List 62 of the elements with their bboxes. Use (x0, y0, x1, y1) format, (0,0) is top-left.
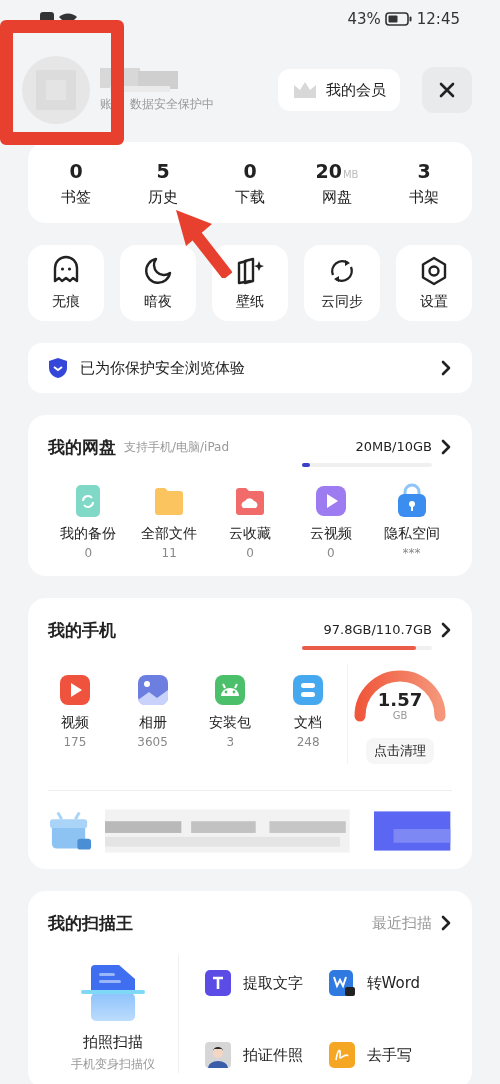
shield-icon (48, 357, 68, 379)
crown-icon (292, 80, 318, 100)
free-space-value: 1.57 (377, 690, 423, 710)
tool-button[interactable]: 云同步 (304, 245, 380, 321)
tool-button[interactable]: 无痕 (28, 245, 104, 321)
scan-tool[interactable]: 去手写 (328, 1037, 452, 1073)
scan-tool[interactable]: 转Word (328, 965, 452, 1001)
tool-button[interactable]: 暗夜 (120, 245, 196, 321)
netdisk-item[interactable]: 云视频 0 (290, 483, 372, 560)
chevron-icon (440, 360, 452, 376)
section-title: 我的手机 (48, 619, 116, 642)
account-status-text: 数据安全保护中 (130, 95, 214, 113)
chevron-icon (440, 439, 452, 455)
scan-tool[interactable]: 提取文字 (205, 965, 329, 1001)
close-button[interactable] (422, 67, 472, 113)
clean-button[interactable]: 点击清理 (366, 738, 434, 764)
handwriting-icon (328, 1042, 355, 1068)
stat-label[interactable]: 书架 (409, 188, 439, 207)
moon-icon (142, 255, 174, 287)
netdisk-item[interactable]: 隐私空间 *** (371, 483, 452, 560)
stat-label[interactable]: 历史 (148, 188, 178, 207)
phone-item[interactable]: 视频 175 (36, 672, 114, 749)
netdisk-item[interactable]: 全部文件 11 (128, 483, 210, 560)
gift-icon (48, 811, 93, 851)
stat-value: 3 (417, 160, 431, 182)
phone-item[interactable]: 安装包 3 (191, 672, 270, 749)
phone-item[interactable]: 相册 3605 (113, 672, 192, 749)
battery-icon (384, 12, 413, 26)
person-photo-icon (205, 1042, 231, 1068)
stat-label[interactable]: 网盘 (322, 188, 352, 207)
storage-usage[interactable]: 97.8GB/110.7GB (323, 620, 432, 640)
phone-item[interactable]: 文档 248 (269, 672, 347, 749)
word-convert-icon (328, 970, 355, 996)
stat-unit: MB (342, 169, 359, 180)
storage-usage[interactable]: 20MB/10GB (355, 437, 432, 457)
text-tool-icon (205, 970, 231, 996)
netdisk-item[interactable]: 我的备份 0 (48, 483, 129, 560)
safety-text: 已为你保护安全浏览体验 (80, 358, 245, 378)
section-title: 我的网盘 (48, 436, 116, 459)
section-subtitle: 支持手机/电脑/iPad (124, 439, 230, 456)
clock: 12:45 (416, 10, 460, 28)
stat-value: 0 (243, 160, 257, 182)
chevron-icon (440, 915, 452, 931)
stat-value: 0 (69, 160, 83, 182)
account-status-text: 账 (100, 95, 112, 113)
member-button[interactable]: 我的会员 (278, 69, 400, 111)
tool-button[interactable]: 壁纸 (212, 245, 288, 321)
close-icon (439, 82, 455, 98)
stat-value: 20 (315, 160, 342, 182)
tool-button[interactable]: 设置 (396, 245, 472, 321)
stat-label[interactable]: 书签 (61, 188, 91, 207)
stat-value: 5 (156, 160, 170, 182)
free-space-unit: GB (392, 710, 408, 721)
section-title: 我的扫描王 (48, 912, 133, 935)
safety-banner[interactable]: 已为你保护安全浏览体验 (28, 343, 472, 393)
netdisk-item[interactable]: 云收藏 0 (209, 483, 291, 560)
chevron-icon (440, 622, 452, 638)
battery-percent: 43% (347, 10, 381, 28)
scan-tool[interactable]: 拍证件照 (205, 1037, 329, 1073)
scan-document-icon (81, 965, 145, 1021)
photo-scan-button[interactable]: 拍照扫描 手机变身扫描仪 (48, 955, 179, 1073)
stat-label[interactable]: 下载 (235, 188, 265, 207)
